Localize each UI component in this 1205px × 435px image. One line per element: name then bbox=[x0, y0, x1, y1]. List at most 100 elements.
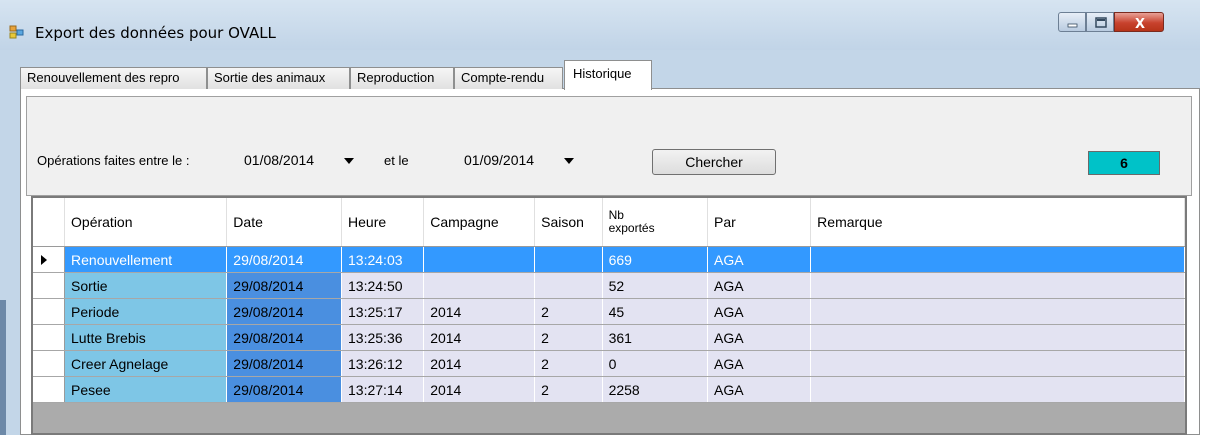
tab-reproduction[interactable]: Reproduction bbox=[350, 67, 454, 89]
cell-par[interactable]: AGA bbox=[707, 246, 812, 273]
row-header[interactable] bbox=[33, 272, 66, 299]
tab-historique[interactable]: Historique bbox=[564, 60, 652, 90]
row-header[interactable] bbox=[33, 350, 66, 377]
cell-operation[interactable]: Periode bbox=[64, 298, 228, 325]
cell-nb[interactable]: 2258 bbox=[602, 376, 708, 403]
and-label: et le bbox=[384, 153, 409, 168]
tab-compte-rendu[interactable]: Compte-rendu bbox=[454, 67, 563, 89]
column-header-heure[interactable]: Heure bbox=[341, 198, 425, 247]
column-header-saison[interactable]: Saison bbox=[534, 198, 603, 247]
cell-par[interactable]: AGA bbox=[707, 350, 812, 377]
date-to-picker[interactable]: 01/09/2014 bbox=[460, 148, 580, 172]
cell-remarque[interactable] bbox=[810, 246, 1185, 273]
cell-saison[interactable]: 2 bbox=[534, 298, 603, 325]
search-button[interactable]: Chercher bbox=[652, 149, 776, 175]
date-to-value: 01/09/2014 bbox=[464, 152, 535, 168]
row-header[interactable] bbox=[33, 376, 66, 403]
row-header[interactable] bbox=[33, 298, 66, 325]
cell-saison[interactable] bbox=[534, 246, 603, 273]
cell-nb[interactable]: 52 bbox=[602, 272, 708, 299]
column-header-par[interactable]: Par bbox=[707, 198, 812, 247]
cell-campagne[interactable]: 2014 bbox=[423, 298, 536, 325]
close-symbol: X bbox=[1135, 17, 1145, 32]
column-header-remarque[interactable]: Remarque bbox=[810, 198, 1185, 247]
cell-remarque[interactable] bbox=[810, 324, 1185, 351]
grid-header-row: Opération Date Heure Campagne Saison Nb … bbox=[33, 198, 1185, 247]
cell-remarque[interactable] bbox=[810, 376, 1185, 403]
close-button[interactable]: X bbox=[1114, 12, 1164, 32]
cell-saison[interactable]: 2 bbox=[534, 376, 603, 403]
tab-sortie[interactable]: Sortie des animaux bbox=[207, 67, 350, 89]
row-header[interactable] bbox=[33, 246, 66, 273]
table-row[interactable]: Pesee 29/08/2014 13:27:14 2014 2 2258 AG… bbox=[33, 376, 1185, 403]
column-header-date[interactable]: Date bbox=[226, 198, 343, 247]
history-grid[interactable]: Opération Date Heure Campagne Saison Nb … bbox=[31, 196, 1187, 435]
cell-par[interactable]: AGA bbox=[707, 376, 812, 403]
cell-heure[interactable]: 13:25:17 bbox=[341, 298, 425, 325]
cell-saison[interactable]: 2 bbox=[534, 350, 603, 377]
cell-par[interactable]: AGA bbox=[707, 324, 812, 351]
cell-heure[interactable]: 13:24:50 bbox=[341, 272, 425, 299]
cell-saison[interactable] bbox=[534, 272, 603, 299]
cell-campagne[interactable]: 2014 bbox=[423, 324, 536, 351]
row-header-corner bbox=[33, 198, 66, 247]
cell-nb[interactable]: 0 bbox=[602, 350, 708, 377]
cell-nb[interactable]: 361 bbox=[602, 324, 708, 351]
cell-par[interactable]: AGA bbox=[707, 272, 812, 299]
column-header-operation[interactable]: Opération bbox=[64, 198, 228, 247]
dropdown-arrow-icon[interactable] bbox=[344, 158, 354, 164]
cell-operation[interactable]: Sortie bbox=[64, 272, 228, 299]
cell-date[interactable]: 29/08/2014 bbox=[226, 272, 343, 299]
cell-heure[interactable]: 13:26:12 bbox=[341, 350, 425, 377]
cell-operation[interactable]: Pesee bbox=[64, 376, 228, 403]
minimize-icon bbox=[1067, 23, 1078, 28]
column-header-nb-exportes[interactable]: Nb exportés bbox=[602, 198, 708, 247]
close-icon: X bbox=[1135, 17, 1145, 32]
cell-saison[interactable]: 2 bbox=[534, 324, 603, 351]
cell-nb[interactable]: 45 bbox=[602, 298, 708, 325]
row-pointer-icon bbox=[41, 254, 47, 265]
row-header[interactable] bbox=[33, 324, 66, 351]
cell-campagne[interactable]: 2014 bbox=[423, 376, 536, 403]
date-from-value: 01/08/2014 bbox=[244, 152, 315, 168]
cell-nb[interactable]: 669 bbox=[602, 246, 708, 273]
table-row[interactable]: Lutte Brebis 29/08/2014 13:25:36 2014 2 … bbox=[33, 324, 1185, 351]
cell-campagne[interactable]: 2014 bbox=[423, 350, 536, 377]
cell-remarque[interactable] bbox=[810, 272, 1185, 299]
window-left-edge bbox=[0, 300, 6, 435]
table-row[interactable]: Creer Agnelage 29/08/2014 13:26:12 2014 … bbox=[33, 350, 1185, 377]
minimize-button[interactable] bbox=[1058, 12, 1086, 32]
table-row[interactable]: Periode 29/08/2014 13:25:17 2014 2 45 AG… bbox=[33, 298, 1185, 325]
cell-operation[interactable]: Renouvellement bbox=[64, 246, 228, 273]
cell-heure[interactable]: 13:24:03 bbox=[341, 246, 425, 273]
cell-date[interactable]: 29/08/2014 bbox=[226, 376, 343, 403]
title-bar[interactable]: Export des données pour OVALL X bbox=[0, 0, 1200, 50]
cell-campagne[interactable] bbox=[423, 272, 536, 299]
date-range-label: Opérations faites entre le : bbox=[37, 153, 190, 168]
cell-heure[interactable]: 13:25:36 bbox=[341, 324, 425, 351]
cell-campagne[interactable] bbox=[423, 246, 536, 273]
maximize-button[interactable] bbox=[1086, 12, 1114, 32]
window-title: Export des données pour OVALL bbox=[35, 24, 276, 42]
column-header-campagne[interactable]: Campagne bbox=[423, 198, 536, 247]
dropdown-arrow-icon[interactable] bbox=[564, 158, 574, 164]
filter-groupbox bbox=[26, 96, 1192, 196]
cell-date[interactable]: 29/08/2014 bbox=[226, 324, 343, 351]
cell-date[interactable]: 29/08/2014 bbox=[226, 298, 343, 325]
cell-remarque[interactable] bbox=[810, 298, 1185, 325]
date-from-picker[interactable]: 01/08/2014 bbox=[240, 148, 360, 172]
cell-date[interactable]: 29/08/2014 bbox=[226, 246, 343, 273]
table-row[interactable]: Sortie 29/08/2014 13:24:50 52 AGA bbox=[33, 272, 1185, 299]
cell-operation[interactable]: Creer Agnelage bbox=[64, 350, 228, 377]
cell-operation[interactable]: Lutte Brebis bbox=[64, 324, 228, 351]
table-row[interactable]: Renouvellement 29/08/2014 13:24:03 669 A… bbox=[33, 246, 1185, 273]
nb-header-line2: exportés bbox=[608, 221, 655, 235]
cell-par[interactable]: AGA bbox=[707, 298, 812, 325]
cell-remarque[interactable] bbox=[810, 350, 1185, 377]
cell-date[interactable]: 29/08/2014 bbox=[226, 350, 343, 377]
app-icon bbox=[9, 25, 24, 39]
main-window: Export des données pour OVALL X Renouvel… bbox=[0, 0, 1200, 435]
tab-renouvellement[interactable]: Renouvellement des repro bbox=[20, 67, 207, 89]
result-count-box: 6 bbox=[1088, 151, 1160, 175]
cell-heure[interactable]: 13:27:14 bbox=[341, 376, 425, 403]
